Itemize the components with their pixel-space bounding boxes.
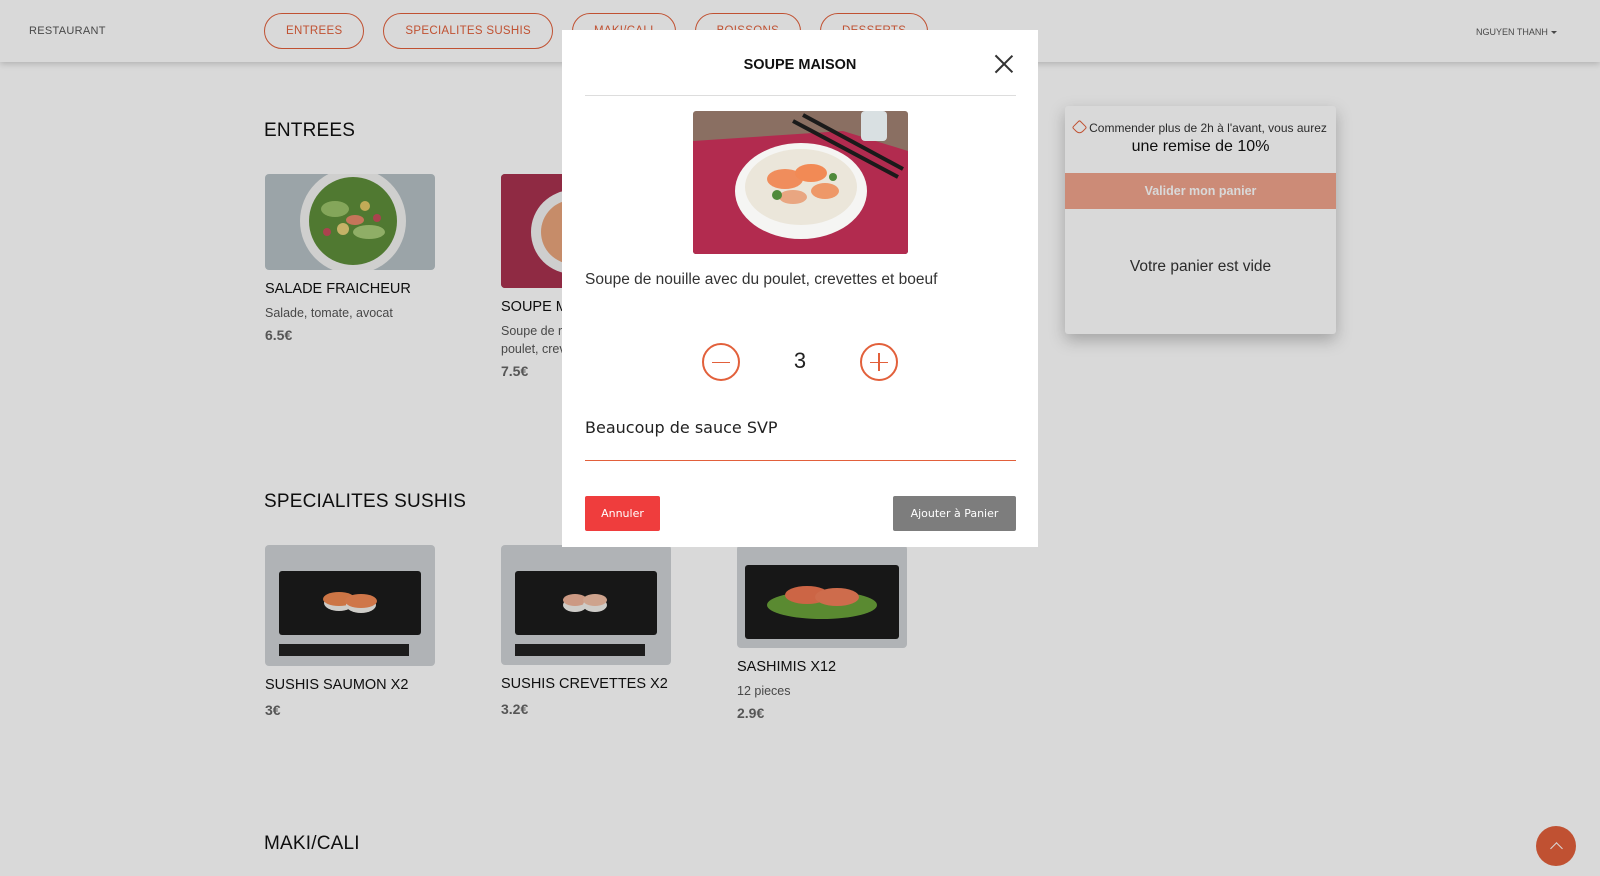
- note-input[interactable]: [585, 413, 1016, 461]
- product-modal: SOUPE MAISON Soupe de nouille avec du po…: [562, 30, 1038, 547]
- product-description: Soupe de nouille avec du poulet, crevett…: [585, 271, 938, 288]
- modal-title: SOUPE MAISON: [743, 57, 857, 73]
- increase-quantity-button[interactable]: [860, 343, 898, 381]
- product-image: [693, 111, 908, 254]
- modal-divider: [585, 95, 1016, 96]
- close-icon[interactable]: [994, 54, 1014, 74]
- quantity-stepper: 3: [702, 343, 898, 381]
- minus-icon: [712, 361, 730, 364]
- quantity-value: 3: [793, 348, 807, 373]
- add-to-cart-button[interactable]: Ajouter à Panier: [893, 496, 1016, 531]
- decrease-quantity-button[interactable]: [702, 343, 740, 381]
- cancel-button[interactable]: Annuler: [585, 496, 660, 531]
